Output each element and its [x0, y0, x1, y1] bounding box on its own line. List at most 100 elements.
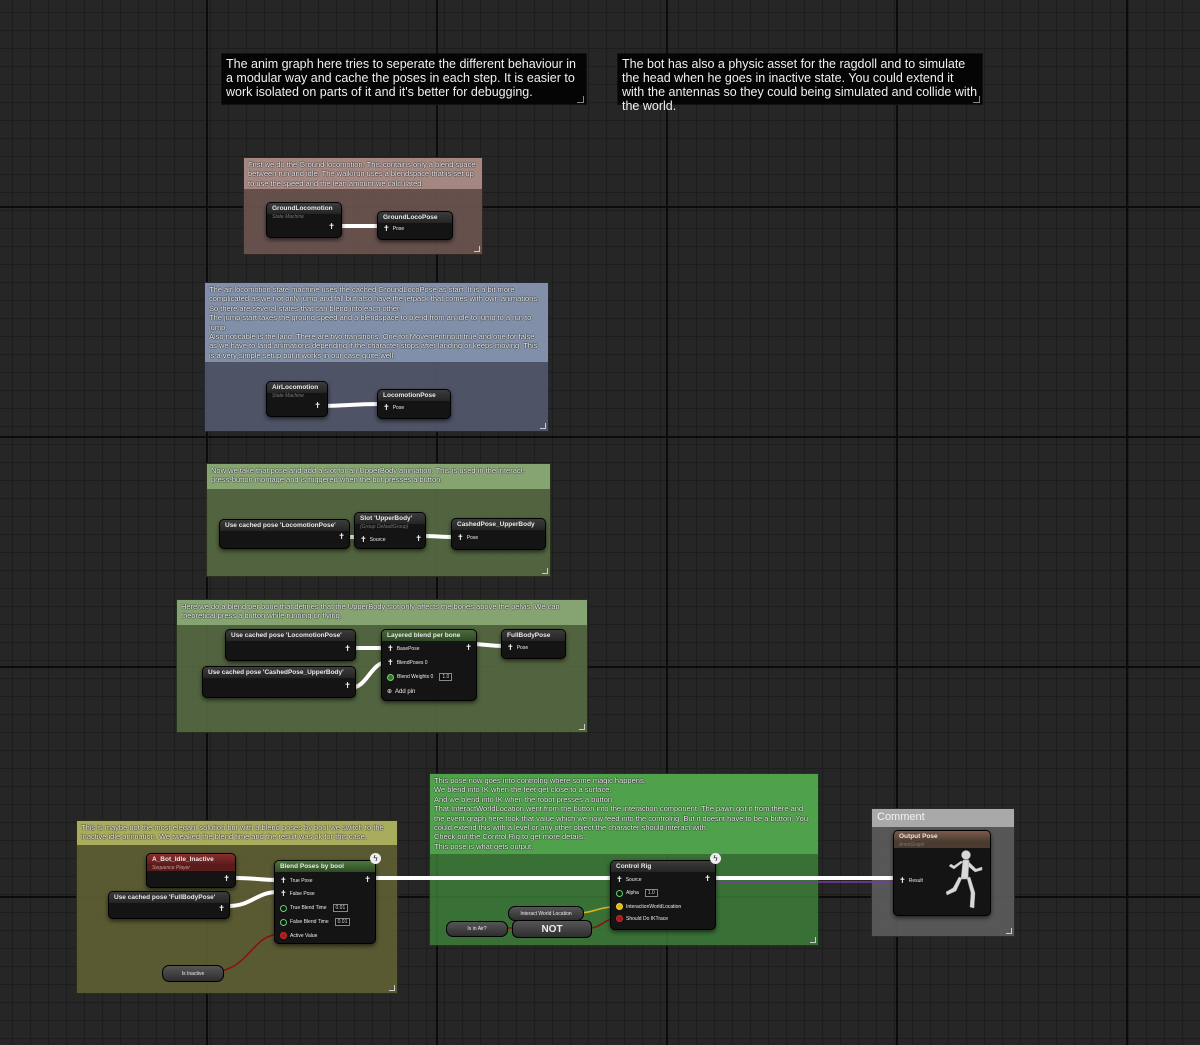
pin-false-blend-label: False Blend Time [290, 919, 329, 925]
resize-grip-icon[interactable] [1006, 928, 1012, 934]
node-is-in-air[interactable]: Is in Air? [446, 921, 508, 937]
node-air-sm[interactable]: AirLocomotion State Machine ✝ [266, 381, 328, 417]
resize-grip-icon[interactable] [973, 96, 980, 103]
pin-rig-source[interactable]: ✝ Source [616, 876, 642, 884]
pose-icon[interactable]: ✝ [328, 223, 335, 231]
resize-grip-icon[interactable] [540, 423, 546, 429]
node-air-cache[interactable]: LocomotionPose ✝ Pose [377, 389, 451, 419]
pin-true-blend-time[interactable]: True Blend Time 0.01 [280, 904, 349, 912]
node-ground-cache[interactable]: GroundLocoPose ✝ Pose [377, 211, 453, 240]
pin-basepose-label: BasePose [396, 646, 420, 652]
pose-icon[interactable]: ✝ [314, 402, 321, 410]
pin-basepose[interactable]: ✝ BasePose [387, 645, 420, 653]
pin-pose[interactable]: ✝ Pose [383, 225, 404, 233]
node-ground-sm[interactable]: GroundLocomotion State Machine ✝ [266, 202, 342, 238]
pin-pose-label: Pose [392, 226, 405, 232]
resize-grip-icon[interactable] [542, 568, 548, 574]
node-output-sub: AnimGraph [894, 842, 990, 848]
comment-output-text: Comment [872, 809, 1014, 827]
note-top-left[interactable]: The anim graph here tries to seperate th… [222, 54, 586, 104]
node-slot[interactable]: Slot 'UpperBody' (Group DefaultGroup) ✝ … [354, 512, 426, 549]
node-use-loco2[interactable]: Use cached pose 'LocomotionPose' ✝ [225, 629, 356, 661]
node-fullbody-title: FullBodyPose [502, 630, 565, 641]
node-air-sm-sub: State Machine [272, 393, 304, 399]
pose-icon[interactable]: ✝ [364, 876, 371, 884]
pose-icon[interactable]: ✝ [338, 533, 345, 541]
pin-rig-ik[interactable]: Should Do IKTrace [616, 915, 668, 922]
pin-rig-interact[interactable]: InteractionWorldLocation [616, 903, 681, 910]
pin-false-pose[interactable]: ✝ False Pose [280, 890, 315, 898]
pin-true-pose[interactable]: ✝ True Pose [280, 877, 313, 885]
node-output-pose[interactable]: Output Pose AnimGraph ✝ Result [893, 830, 991, 916]
pin-pose[interactable]: ✝ Pose [457, 534, 478, 542]
pin-false-pose-label: False Pose [289, 891, 315, 897]
pose-icon[interactable]: ✝ [218, 905, 225, 913]
resize-grip-icon[interactable] [810, 937, 816, 943]
pose-icon[interactable]: ✝ [344, 645, 351, 653]
resize-grip-icon[interactable] [389, 985, 395, 991]
node-output-title: Output Pose [894, 831, 990, 842]
node-layered[interactable]: Layered blend per bone ✝ BasePose ✝ Blen… [381, 629, 477, 701]
pose-icon[interactable]: ✝ [465, 644, 472, 652]
pose-icon: ✝ [387, 644, 394, 653]
wire-dot [402, 876, 406, 880]
node-use-full[interactable]: Use cached pose 'FullBodyPose' ✝ [108, 891, 230, 919]
pin-result-label: Result [908, 878, 923, 884]
comment-inactive-text: This is maybe not the most elegant solut… [77, 821, 397, 845]
resize-grip-icon[interactable] [579, 724, 585, 730]
node-air-cache-title: LocomotionPose [378, 390, 450, 401]
pin-source[interactable]: ✝ Source [360, 536, 386, 544]
pin-active-value[interactable]: Active Value [280, 932, 317, 939]
pin-rig-ik-label: Should Do IKTrace [626, 915, 669, 922]
node-use-loco[interactable]: Use cached pose 'LocomotionPose' ✝ [219, 519, 350, 549]
pose-icon[interactable]: ✝ [344, 682, 351, 690]
node-is-inactive[interactable]: Is Inactive [162, 965, 224, 982]
blend-weight-input[interactable]: 1.0 [439, 673, 453, 681]
pose-icon[interactable]: ✝ [223, 875, 230, 883]
pin-false-blend-time[interactable]: False Blend Time 0.01 [280, 918, 351, 926]
pin-pose-label: Pose [466, 535, 479, 541]
node-blend-bool[interactable]: Blend Poses by bool ✝ True Pose ✝ False … [274, 853, 381, 944]
pin-rig-alpha[interactable]: Alpha 1.0 [616, 889, 658, 897]
pin-true-blend-label: True Blend Time [290, 905, 327, 911]
node-is-inactive-label: Is Inactive [181, 970, 205, 977]
node-cached-upper[interactable]: CashedPose_UpperBody ✝ Pose [451, 518, 546, 550]
alpha-input[interactable]: 1.0 [644, 889, 658, 897]
pin-rig-interact-label: InteractionWorldLocation [626, 903, 682, 910]
node-control-rig[interactable]: Control Rig ✝ Source Alpha 1.0 Interacti… [610, 853, 721, 930]
pin-blendweights[interactable]: Blend Weights 0 1.0 [387, 673, 453, 681]
add-pin-button[interactable]: ⊕ Add pin [387, 688, 415, 696]
pose-icon: ✝ [383, 224, 390, 233]
node-idle-inactive[interactable]: A_Bot_Idle_Inactive Sequence Player ✝ [146, 853, 236, 888]
pose-icon: ✝ [280, 889, 287, 898]
node-is-in-air-label: Is in Air? [467, 926, 487, 932]
true-blend-input[interactable]: 0.01 [332, 904, 349, 912]
node-fullbody[interactable]: FullBodyPose ✝ Pose [501, 629, 566, 659]
pose-icon: ✝ [616, 875, 623, 884]
running-figure-icon [945, 850, 983, 909]
node-cached-upper-title: CashedPose_UpperBody [452, 519, 545, 530]
pose-icon: ✝ [507, 643, 514, 652]
pose-icon[interactable]: ✝ [415, 535, 422, 543]
pin-blendposes[interactable]: ✝ BlendPoses 0 [387, 659, 428, 667]
pin-blendposes-label: BlendPoses 0 [396, 660, 428, 666]
node-interact-location[interactable]: Interact World Location [508, 906, 584, 921]
pin-result[interactable]: ✝ Result [899, 877, 923, 885]
false-blend-input[interactable]: 0.01 [334, 918, 351, 926]
pose-icon: ✝ [383, 403, 390, 412]
node-use-upper[interactable]: Use cached pose 'CashedPose_UpperBody' ✝ [202, 666, 356, 698]
circle-pin-icon [387, 673, 394, 681]
pin-pose[interactable]: ✝ Pose [383, 404, 404, 412]
pin-pose[interactable]: ✝ Pose [507, 644, 528, 652]
node-slot-sub: (Group DefaultGroup) [360, 524, 409, 530]
node-not[interactable]: NOT [512, 920, 592, 938]
circle-pin-icon [280, 904, 287, 912]
note-top-left-text: The anim graph here tries to seperate th… [226, 57, 576, 99]
note-top-right[interactable]: The bot has also a physic asset for the … [618, 54, 982, 113]
pose-icon[interactable]: ✝ [704, 875, 711, 883]
pose-icon: ✝ [899, 876, 906, 885]
circle-pin-icon [280, 918, 287, 926]
resize-grip-icon[interactable] [577, 96, 584, 103]
resize-grip-icon[interactable] [474, 246, 480, 252]
pose-icon: ✝ [387, 658, 394, 667]
